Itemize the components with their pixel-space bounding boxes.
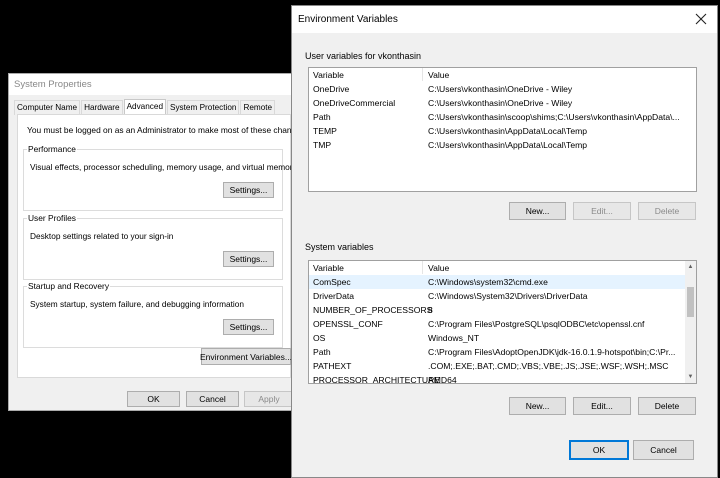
system-var-value: AMD64 — [428, 375, 457, 384]
admin-note: You must be logged on as an Administrato… — [27, 125, 308, 135]
user-var-value: C:\Users\vkonthasin\AppData\Local\Temp — [428, 126, 588, 136]
performance-settings-button[interactable]: Settings... — [223, 182, 274, 198]
system-var-value: C:\Program Files\PostgreSQL\psqlODBC\etc… — [428, 319, 645, 329]
user-var-row[interactable]: TEMP C:\Users\vkonthasin\AppData\Local\T… — [309, 124, 696, 138]
user-profiles-title: User Profiles — [27, 213, 77, 223]
system-var-value: 8 — [428, 305, 433, 315]
system-var-name: PATHEXT — [313, 361, 352, 371]
environment-variables-title: Environment Variables — [292, 6, 717, 33]
system-var-name: PROCESSOR_ARCHITECTURE — [313, 375, 441, 384]
system-var-value: Windows_NT — [428, 333, 480, 343]
variable-column-header[interactable]: Variable — [313, 263, 344, 273]
system-properties-title: System Properties — [9, 74, 294, 95]
system-var-row[interactable]: NUMBER_OF_PROCESSORS 8 — [309, 303, 696, 317]
value-column-header[interactable]: Value — [428, 263, 449, 273]
system-var-value: C:\Program Files\AdoptOpenJDK\jdk-16.0.1… — [428, 347, 676, 357]
system-var-name: OPENSSL_CONF — [313, 319, 383, 329]
user-var-name: OneDrive — [313, 84, 350, 94]
startup-recovery-title: Startup and Recovery — [27, 281, 111, 291]
system-properties-window: System Properties Computer Name Hardware… — [8, 73, 307, 411]
user-edit-button[interactable]: Edit... — [573, 202, 631, 220]
user-var-value: C:\Users\vkonthasin\OneDrive - Wiley — [428, 98, 573, 108]
user-var-name: TEMP — [313, 126, 337, 136]
ev-cancel-button[interactable]: Cancel — [633, 440, 694, 460]
system-list-scrollbar[interactable]: ▲ ▼ — [685, 261, 696, 383]
user-var-value: C:\Users\vkonthasin\OneDrive - Wiley — [428, 84, 573, 94]
system-var-value: .COM;.EXE;.BAT;.CMD;.VBS;.VBE;.JS;.JSE;.… — [428, 361, 669, 371]
scroll-thumb[interactable] — [687, 287, 694, 317]
system-var-row[interactable]: PROCESSOR_ARCHITECTURE AMD64 — [309, 373, 696, 384]
scroll-down-icon[interactable]: ▼ — [685, 371, 696, 383]
system-var-name: DriverData — [313, 291, 355, 301]
system-var-row[interactable]: Path C:\Program Files\AdoptOpenJDK\jdk-1… — [309, 345, 696, 359]
advanced-tab-panel: You must be logged on as an Administrato… — [17, 114, 307, 378]
system-var-name: OS — [313, 333, 326, 343]
user-profiles-group: User Profiles Desktop settings related t… — [23, 213, 283, 280]
system-var-name: ComSpec — [313, 277, 351, 287]
system-var-row[interactable]: OS Windows_NT — [309, 331, 696, 345]
startup-recovery-settings-button[interactable]: Settings... — [223, 319, 274, 335]
system-new-button[interactable]: New... — [509, 397, 566, 415]
sp-apply-button[interactable]: Apply — [244, 391, 294, 407]
user-var-row[interactable]: Path C:\Users\vkonthasin\scoop\shims;C:\… — [309, 110, 696, 124]
system-list-header: Variable Value — [309, 261, 696, 275]
system-var-value: C:\Windows\system32\cmd.exe — [428, 277, 548, 287]
environment-variables-window: Environment Variables User variables for… — [291, 5, 718, 478]
value-column-header[interactable]: Value — [428, 70, 449, 80]
startup-recovery-group: Startup and Recovery System startup, sys… — [23, 281, 283, 348]
tab-bar: Computer Name Hardware Advanced System P… — [14, 99, 276, 115]
user-variables-label: User variables for vkonthasin — [305, 51, 422, 61]
sp-ok-button[interactable]: OK — [127, 391, 180, 407]
close-icon[interactable] — [695, 13, 707, 25]
user-delete-button[interactable]: Delete — [638, 202, 696, 220]
system-var-row[interactable]: DriverData C:\Windows\System32\Drivers\D… — [309, 289, 696, 303]
user-var-name: OneDriveCommercial — [313, 98, 396, 108]
user-var-row[interactable]: OneDrive C:\Users\vkonthasin\OneDrive - … — [309, 82, 696, 96]
user-profiles-desc: Desktop settings related to your sign-in — [30, 231, 174, 241]
tab-advanced[interactable]: Advanced — [123, 99, 166, 115]
user-var-row[interactable]: OneDriveCommercial C:\Users\vkonthasin\O… — [309, 96, 696, 110]
user-list-header: Variable Value — [309, 68, 696, 82]
user-var-value: C:\Users\vkonthasin\AppData\Local\Temp — [428, 140, 588, 150]
system-variables-list[interactable]: Variable Value ComSpec C:\Windows\system… — [308, 260, 697, 384]
user-new-button[interactable]: New... — [509, 202, 566, 220]
scroll-up-icon[interactable]: ▲ — [685, 261, 696, 273]
variable-column-header[interactable]: Variable — [313, 70, 344, 80]
system-delete-button[interactable]: Delete — [638, 397, 696, 415]
user-variables-list[interactable]: Variable Value OneDrive C:\Users\vkontha… — [308, 67, 697, 192]
user-var-value: C:\Users\vkonthasin\scoop\shims;C:\Users… — [428, 112, 680, 122]
system-variables-label: System variables — [305, 242, 374, 252]
performance-group: Performance Visual effects, processor sc… — [23, 144, 297, 211]
system-var-value: C:\Windows\System32\Drivers\DriverData — [428, 291, 588, 301]
sp-cancel-button[interactable]: Cancel — [186, 391, 239, 407]
performance-title: Performance — [27, 144, 77, 154]
tab-remote[interactable]: Remote — [240, 100, 276, 115]
user-var-row[interactable]: TMP C:\Users\vkonthasin\AppData\Local\Te… — [309, 138, 696, 152]
tab-hardware[interactable]: Hardware — [81, 100, 123, 115]
system-var-row[interactable]: PATHEXT .COM;.EXE;.BAT;.CMD;.VBS;.VBE;.J… — [309, 359, 696, 373]
user-var-name: TMP — [313, 140, 332, 150]
system-var-name: Path — [313, 347, 331, 357]
performance-desc: Visual effects, processor scheduling, me… — [30, 162, 297, 172]
user-profiles-settings-button[interactable]: Settings... — [223, 251, 274, 267]
system-var-row-selected[interactable]: ComSpec C:\Windows\system32\cmd.exe — [309, 275, 696, 289]
tab-system-protection[interactable]: System Protection — [167, 100, 240, 115]
user-var-name: Path — [313, 112, 331, 122]
system-var-name: NUMBER_OF_PROCESSORS — [313, 305, 433, 315]
ev-ok-button[interactable]: OK — [569, 440, 629, 460]
startup-recovery-desc: System startup, system failure, and debu… — [30, 299, 244, 309]
environment-variables-button[interactable]: Environment Variables... — [200, 348, 292, 365]
system-edit-button[interactable]: Edit... — [573, 397, 631, 415]
tab-computer-name[interactable]: Computer Name — [14, 100, 81, 115]
system-var-row[interactable]: OPENSSL_CONF C:\Program Files\PostgreSQL… — [309, 317, 696, 331]
